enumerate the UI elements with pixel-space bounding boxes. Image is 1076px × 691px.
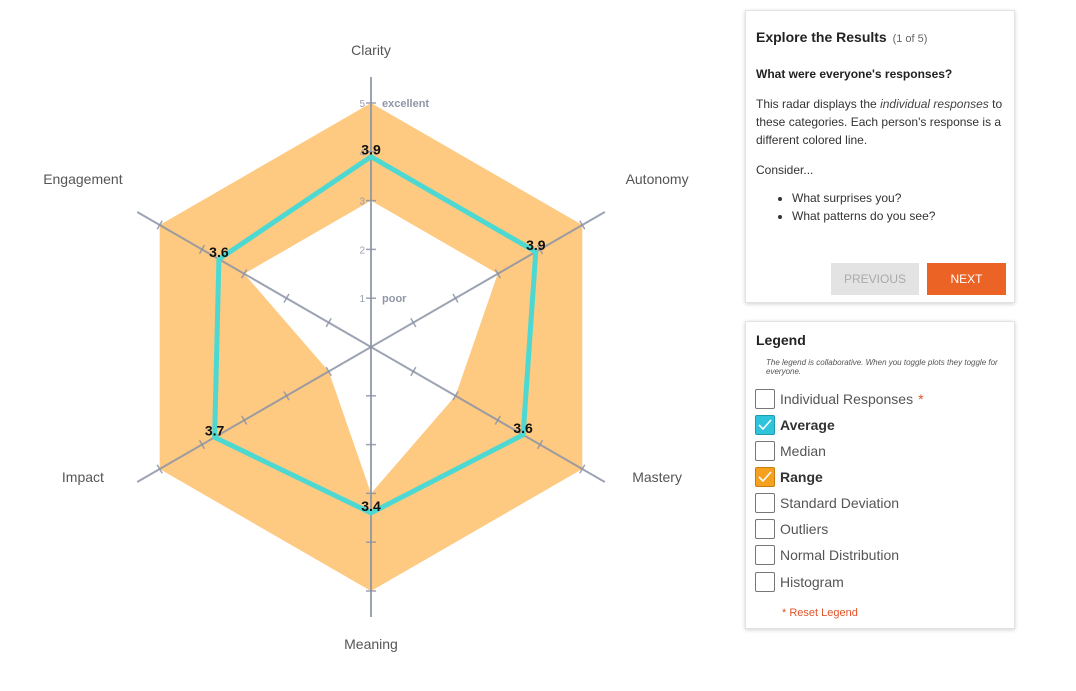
average-value-label: 3.9 bbox=[526, 237, 546, 253]
explore-description: This radar displays the individual respo… bbox=[756, 97, 1003, 147]
scale-annotation-excellent: excellent bbox=[382, 98, 429, 110]
axis-label-clarity: Clarity bbox=[351, 42, 391, 58]
legend-item-label: Median bbox=[780, 443, 826, 459]
explore-question: What were everyone's responses? bbox=[756, 67, 953, 81]
legend-checkbox[interactable] bbox=[755, 519, 775, 539]
next-button[interactable]: NEXT bbox=[927, 263, 1006, 295]
axis-label-engagement: Engagement bbox=[43, 171, 123, 187]
consider-item: What patterns do you see? bbox=[792, 207, 1004, 225]
legend-item-label: Standard Deviation bbox=[780, 495, 900, 511]
legend-note: The legend is collaborative. When you to… bbox=[766, 358, 998, 376]
legend-checkbox[interactable] bbox=[755, 545, 775, 565]
legend-title: Legend bbox=[756, 332, 806, 348]
legend-item-outliers[interactable]: Outliers bbox=[755, 518, 828, 540]
legend-item-standard-deviation[interactable]: Standard Deviation bbox=[755, 492, 899, 514]
consider-list: What surprises you? What patterns do you… bbox=[756, 189, 1004, 225]
consider-item: What surprises you? bbox=[792, 189, 1004, 207]
legend-checkbox[interactable] bbox=[755, 467, 775, 487]
average-value-label: 3.9 bbox=[361, 142, 381, 158]
legend-checkbox[interactable] bbox=[755, 441, 775, 461]
required-star-icon: * bbox=[918, 391, 924, 407]
legend-checkbox[interactable] bbox=[755, 415, 775, 435]
legend-checkbox[interactable] bbox=[755, 493, 775, 513]
legend-item-label: Normal Distribution bbox=[780, 547, 900, 563]
average-value-label: 3.6 bbox=[513, 420, 533, 436]
scale-annotation-poor: poor bbox=[382, 293, 407, 305]
check-icon bbox=[758, 471, 772, 483]
scale-tick-label: 1 bbox=[359, 294, 365, 305]
scale-tick-label: 2 bbox=[359, 245, 365, 256]
average-value-label: 3.7 bbox=[205, 422, 225, 438]
scale-tick-label: 3 bbox=[359, 197, 365, 208]
previous-button[interactable]: PREVIOUS bbox=[831, 263, 919, 295]
explore-title: Explore the Results (1 of 5) bbox=[756, 29, 928, 45]
legend-item-range[interactable]: Range bbox=[755, 466, 823, 488]
legend-item-normal-distribution[interactable]: Normal Distribution bbox=[755, 544, 899, 566]
legend-card: Legend The legend is collaborative. When… bbox=[745, 321, 1015, 629]
explore-step-counter: (1 of 5) bbox=[892, 33, 928, 45]
explore-results-card: Explore the Results (1 of 5) What were e… bbox=[745, 10, 1015, 303]
legend-item-median[interactable]: Median bbox=[755, 440, 826, 462]
consider-label: Consider... bbox=[756, 163, 814, 177]
legend-item-label: Outliers bbox=[780, 521, 829, 537]
reset-legend-link[interactable]: * Reset Legend bbox=[782, 607, 858, 619]
axis-label-meaning: Meaning bbox=[344, 636, 398, 652]
legend-checkbox[interactable] bbox=[755, 389, 775, 409]
check-icon bbox=[758, 419, 772, 431]
scale-tick-label: 5 bbox=[359, 99, 365, 110]
axis-label-mastery: Mastery bbox=[632, 469, 682, 485]
legend-item-histogram[interactable]: Histogram bbox=[755, 571, 844, 593]
axis-label-impact: Impact bbox=[62, 469, 104, 485]
average-value-label: 3.6 bbox=[209, 244, 229, 260]
legend-item-label: Histogram bbox=[780, 574, 844, 590]
legend-checkbox[interactable] bbox=[755, 572, 775, 592]
axis-label-autonomy: Autonomy bbox=[626, 171, 689, 187]
legend-item-label: Range bbox=[780, 469, 823, 485]
average-value-label: 3.4 bbox=[361, 498, 381, 514]
radar-chart: Clarity Autonomy Mastery Meaning Impact Engag… bbox=[43, 42, 689, 652]
legend-item-individual-responses[interactable]: Individual Responses * bbox=[755, 388, 924, 410]
legend-item-average[interactable]: Average bbox=[755, 414, 835, 436]
legend-item-label: Individual Responses bbox=[780, 391, 914, 407]
legend-item-label: Average bbox=[780, 417, 835, 433]
